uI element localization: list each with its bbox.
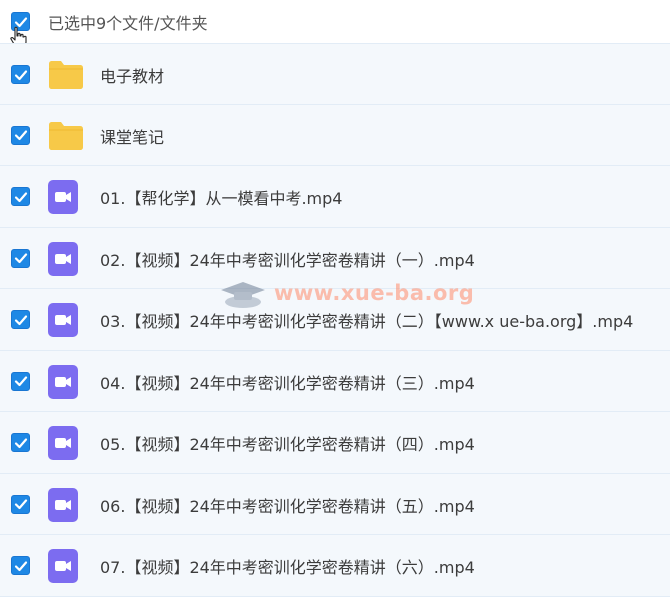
folder-icon: [48, 58, 84, 94]
row-checkbox[interactable]: [11, 248, 30, 268]
file-name[interactable]: 02.【视频】24年中考密训化学密卷精讲（一）.mp4: [100, 247, 475, 271]
checkmark-icon: [14, 253, 27, 264]
file-list: 电子教材课堂笔记 01.【帮化学】从一模看中考.mp4 02.【视频】24年中考密训…: [0, 43, 670, 597]
selection-header: 已选中9个文件/文件夹: [0, 0, 670, 48]
file-row[interactable]: 课堂笔记: [0, 104, 670, 166]
row-checkbox[interactable]: [11, 310, 30, 329]
file-row[interactable]: 01.【帮化学】从一模看中考.mp4: [0, 166, 670, 228]
checkmark-icon: [14, 376, 27, 387]
folder-icon: [48, 119, 84, 155]
file-name[interactable]: 01.【帮化学】从一模看中考.mp4: [100, 185, 342, 209]
checkmark-icon: [14, 314, 27, 325]
video-file-icon: [48, 426, 78, 464]
file-row[interactable]: 04.【视频】24年中考密训化学密卷精讲（三）.mp4: [0, 350, 670, 412]
file-name[interactable]: 07.【视频】24年中考密训化学密卷精讲（六）.mp4: [100, 554, 475, 578]
checkmark-icon: [14, 130, 27, 141]
row-checkbox[interactable]: [11, 371, 30, 391]
file-name[interactable]: 电子教材: [100, 63, 164, 87]
video-file-icon: [48, 180, 78, 218]
file-name[interactable]: 课堂笔记: [100, 124, 164, 148]
file-row[interactable]: 03.【视频】24年中考密训化学密卷精讲（二）【www.x ue-ba.org】…: [0, 289, 670, 351]
row-checkbox[interactable]: [11, 494, 30, 514]
checkmark-icon: [14, 560, 27, 571]
video-file-icon: [48, 303, 78, 341]
file-name[interactable]: 06.【视频】24年中考密训化学密卷精讲（五）.mp4: [100, 493, 475, 517]
file-name[interactable]: 04.【视频】24年中考密训化学密卷精讲（三）.mp4: [100, 370, 475, 394]
video-file-icon: [48, 241, 78, 280]
selection-count-text: 已选中9个文件/文件夹: [48, 14, 208, 33]
row-checkbox[interactable]: [11, 65, 30, 84]
file-row[interactable]: 06.【视频】24年中考密训化学密卷精讲（五）.mp4: [0, 473, 670, 535]
checkmark-icon: [14, 191, 27, 202]
video-file-icon: [48, 487, 78, 526]
checkmark-icon: [14, 499, 27, 510]
video-file-icon: [48, 549, 78, 587]
file-row[interactable]: 电子教材: [0, 43, 670, 105]
video-file-icon: [48, 364, 78, 403]
file-row[interactable]: 02.【视频】24年中考密训化学密卷精讲（一）.mp4: [0, 227, 670, 289]
row-checkbox[interactable]: [11, 187, 30, 206]
file-name[interactable]: 03.【视频】24年中考密训化学密卷精讲（二）【www.x ue-ba.org】…: [100, 308, 633, 332]
checkmark-icon: [14, 69, 27, 80]
row-checkbox[interactable]: [11, 433, 30, 452]
checkmark-icon: [14, 437, 27, 448]
file-row[interactable]: 07.【视频】24年中考密训化学密卷精讲（六）.mp4: [0, 535, 670, 597]
file-row[interactable]: 05.【视频】24年中考密训化学密卷精讲（四）.mp4: [0, 412, 670, 474]
row-checkbox[interactable]: [11, 556, 30, 575]
file-name[interactable]: 05.【视频】24年中考密训化学密卷精讲（四）.mp4: [100, 431, 475, 455]
row-checkbox[interactable]: [11, 125, 30, 145]
